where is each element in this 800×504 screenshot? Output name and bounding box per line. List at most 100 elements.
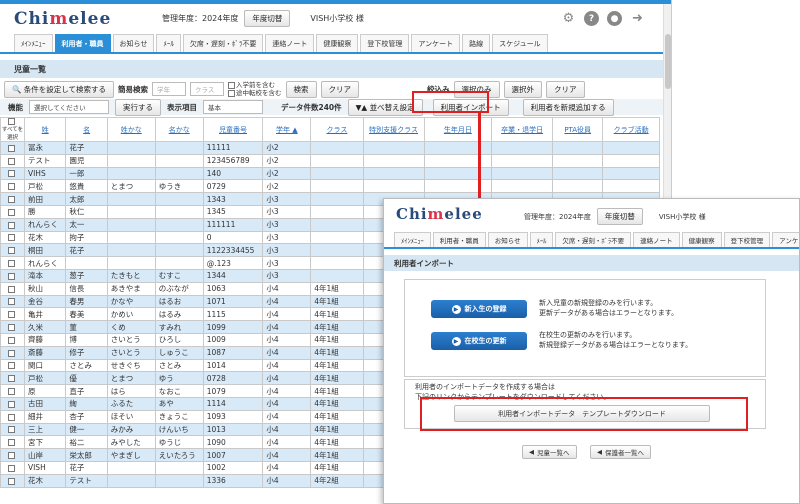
column-header-3[interactable]: 名かな — [154, 117, 204, 142]
row-checkbox[interactable] — [0, 179, 25, 194]
column-header-4[interactable]: 児童番号 — [202, 117, 264, 142]
add-user-button[interactable]: 利用者を新規追加する — [522, 98, 614, 116]
column-header-2[interactable]: 姓かな — [106, 117, 156, 142]
include-before-admission-checkbox[interactable]: 入学前を含む — [228, 81, 275, 89]
clear-button[interactable]: クリア — [320, 80, 360, 98]
popup-switch-year-button[interactable]: 年度切替 — [596, 208, 643, 225]
app-logo[interactable]: Chimelee — [14, 9, 111, 29]
popup-nav-tab-0[interactable]: ﾒｲﾝﾒﾆｭｰ — [394, 232, 431, 247]
table-cell: 小4 — [262, 448, 312, 462]
nav-tab-9[interactable]: 路線 — [462, 34, 491, 52]
popup-nav-tab-6[interactable]: 健康観察 — [681, 232, 722, 247]
condition-search-button[interactable]: 🔍 条件を設定して検索する — [4, 80, 115, 98]
table-cell — [106, 192, 156, 206]
switch-year-button[interactable]: 年度切替 — [244, 10, 291, 27]
row-checkbox[interactable] — [0, 473, 25, 488]
nav-tab-3[interactable]: ﾒｰﾙ — [156, 34, 181, 52]
row-checkbox[interactable] — [0, 460, 25, 475]
table-cell — [310, 153, 364, 168]
table-cell: 小4 — [262, 473, 312, 488]
narrow-clear-button[interactable]: クリア — [546, 80, 585, 98]
table-row[interactable]: VIHS 一郎 140 小2 — [0, 166, 660, 181]
row-checkbox[interactable] — [0, 230, 25, 245]
include-transferred-checkbox[interactable]: 途中転校を含む — [228, 89, 282, 97]
row-checkbox[interactable] — [0, 358, 25, 373]
popup-logo[interactable]: Chimelee — [396, 205, 483, 223]
display-select[interactable]: 基本 — [203, 100, 263, 114]
popup-nav-tab-4[interactable]: 欠席・遅刻・ﾎﾞﾗ不要 — [555, 232, 632, 247]
row-checkbox[interactable] — [0, 409, 25, 424]
popup-nav-tab-7[interactable]: 登下校管理 — [723, 232, 771, 247]
nav-tab-5[interactable]: 連絡ノート — [265, 34, 315, 52]
column-header-11[interactable]: クラブ活動 — [602, 117, 660, 142]
table-cell: 1002 — [202, 460, 264, 475]
row-checkbox[interactable] — [0, 422, 25, 437]
help-icon[interactable]: ? — [584, 11, 599, 26]
row-checkbox[interactable] — [0, 192, 25, 206]
excluded-button[interactable]: 選択外 — [503, 80, 543, 98]
row-checkbox[interactable] — [0, 294, 25, 309]
row-checkbox[interactable] — [0, 345, 25, 360]
back-to-guardians-button[interactable]: ◀ 保護者一覧へ — [590, 445, 651, 459]
popup-nav-tab-8[interactable]: アンケート — [772, 232, 799, 247]
row-checkbox[interactable] — [0, 307, 25, 322]
nav-tab-0[interactable]: ﾒｲﾝﾒﾆｭｰ — [14, 34, 53, 52]
column-header-8[interactable]: 生年月日 — [423, 117, 493, 142]
gear-icon[interactable]: ⚙ — [561, 11, 576, 26]
table-row[interactable]: 戸松 悠貴 とまつ ゆうき 0729 小2 — [0, 179, 660, 194]
logout-icon[interactable]: ➜ — [630, 11, 645, 26]
class-select[interactable]: クラス — [190, 82, 225, 96]
update-button[interactable]: ▶ 在校生の更新 — [431, 332, 527, 350]
execute-button[interactable]: 実行する — [115, 98, 161, 116]
popup-nav-tab-1[interactable]: 利用者・職員 — [432, 232, 486, 247]
grade-select[interactable]: 学年 — [152, 82, 187, 96]
nav-tab-7[interactable]: 登下校管理 — [360, 34, 410, 52]
table-cell: 太郎 — [65, 192, 108, 206]
row-checkbox[interactable] — [0, 217, 25, 232]
back-to-children-button[interactable]: ◀ 児童一覧へ — [522, 445, 577, 459]
search-button[interactable]: 検索 — [285, 80, 317, 98]
row-checkbox[interactable] — [0, 268, 25, 283]
table-row[interactable]: テスト 園児 123456789 小2 — [0, 153, 660, 168]
row-checkbox[interactable] — [0, 281, 25, 296]
function-select[interactable]: 選択してください — [29, 100, 109, 114]
column-header-7[interactable]: 特別支援クラス — [362, 117, 425, 142]
row-checkbox[interactable] — [0, 384, 25, 398]
table-cell: 齊藤 — [23, 332, 67, 347]
popup-nav-tab-3[interactable]: ﾒｰﾙ — [529, 232, 554, 247]
nav-tab-2[interactable]: お知らせ — [112, 34, 155, 52]
select-all-header[interactable]: すべてを選択 — [0, 117, 25, 142]
nav-tab-8[interactable]: アンケート — [411, 34, 461, 52]
column-header-10[interactable]: PTA役員 — [552, 117, 604, 142]
row-checkbox[interactable] — [0, 256, 25, 270]
column-header-1[interactable]: 名 — [65, 117, 108, 142]
column-header-6[interactable]: クラス — [310, 117, 364, 142]
row-checkbox[interactable] — [0, 153, 25, 168]
table-cell: くめ — [106, 320, 156, 334]
table-cell: 4年1組 — [310, 435, 364, 450]
row-checkbox[interactable] — [0, 435, 25, 450]
row-checkbox[interactable] — [0, 396, 25, 411]
nav-tab-6[interactable]: 健康観察 — [316, 34, 359, 52]
user-icon[interactable]: ● — [607, 11, 622, 26]
column-header-0[interactable]: 姓 — [23, 117, 67, 142]
popup-nav-tab-5[interactable]: 連絡ノート — [633, 232, 680, 247]
row-checkbox[interactable] — [0, 166, 25, 181]
row-checkbox[interactable] — [0, 243, 25, 258]
table-row[interactable]: 冨永 花子 11111 小2 — [0, 141, 660, 155]
row-checkbox[interactable] — [0, 448, 25, 462]
new-register-button[interactable]: ▶ 新入生の登録 — [431, 300, 527, 318]
nav-tab-4[interactable]: 欠席・遅刻・ﾎﾞﾗ不要 — [182, 34, 264, 52]
row-checkbox[interactable] — [0, 332, 25, 347]
row-checkbox[interactable] — [0, 371, 25, 386]
nav-tab-10[interactable]: スケジュール — [492, 34, 548, 52]
nav-tab-1[interactable]: 利用者・職員 — [54, 34, 111, 52]
table-cell — [154, 192, 204, 206]
popup-nav-tab-2[interactable]: お知らせ — [487, 232, 528, 247]
column-header-9[interactable]: 卒業・退学日 — [491, 117, 554, 142]
row-checkbox[interactable] — [0, 320, 25, 334]
row-checkbox[interactable] — [0, 141, 25, 155]
column-header-5[interactable]: 学年 ▲ — [262, 117, 312, 142]
table-cell: 4年1組 — [310, 358, 364, 373]
row-checkbox[interactable] — [0, 204, 25, 219]
